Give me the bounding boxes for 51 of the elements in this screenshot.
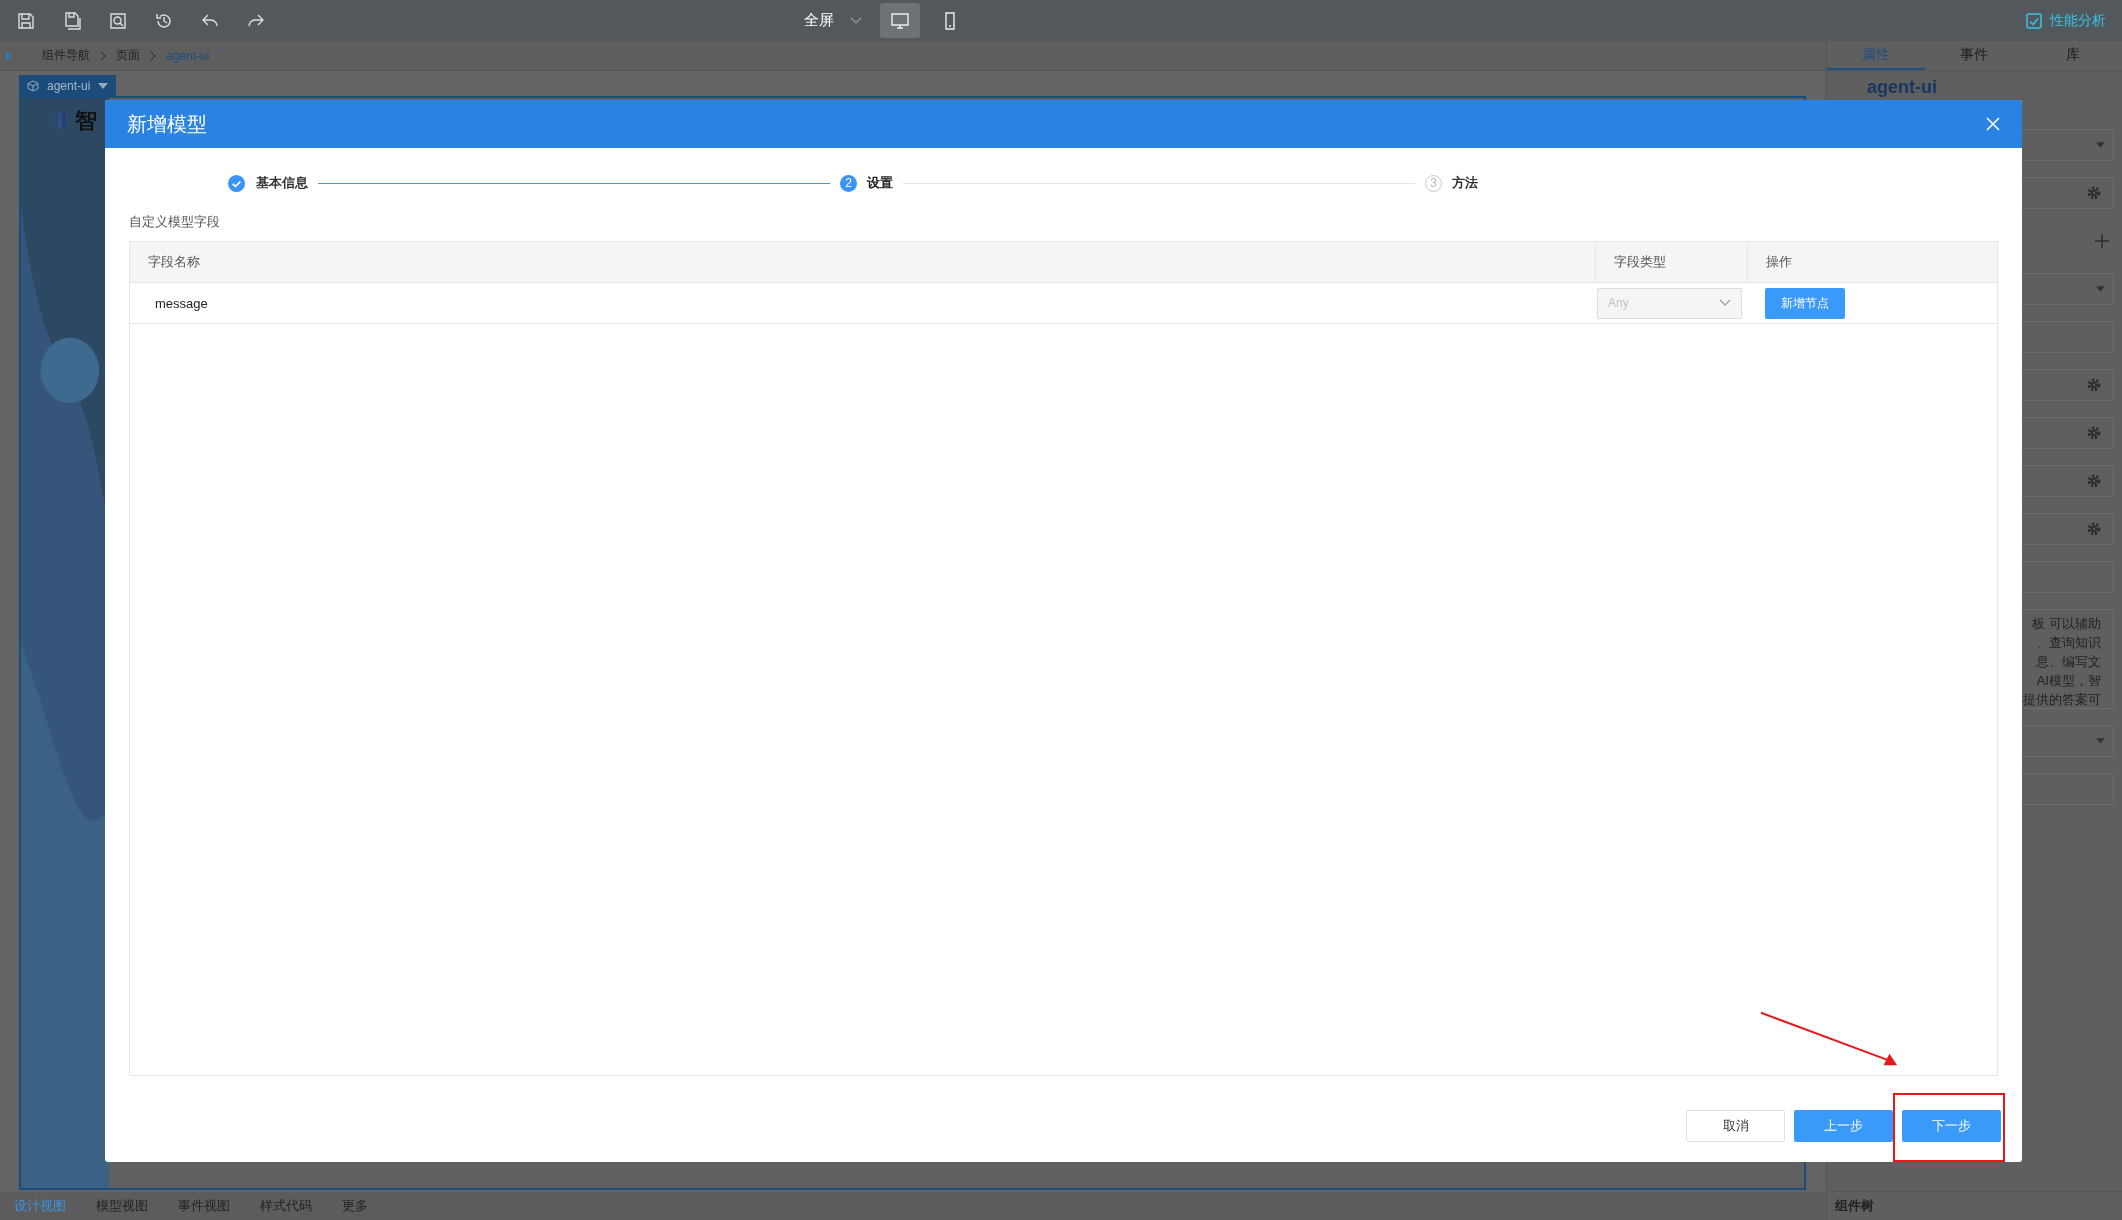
- panel-tab[interactable]: 属性: [1827, 41, 1926, 70]
- view-mode-dropdown[interactable]: 全屏: [796, 11, 870, 30]
- cancel-button[interactable]: 取消: [1686, 1110, 1785, 1142]
- caret-icon: [98, 82, 109, 89]
- chevron-right-icon: [150, 50, 156, 61]
- step-label: 基本信息: [256, 174, 308, 192]
- settings-icon[interactable]: [2086, 377, 2102, 393]
- checkbox[interactable]: [2026, 12, 2042, 29]
- settings-icon[interactable]: [2086, 185, 2102, 201]
- save-icon[interactable]: [16, 10, 36, 31]
- column-header: 操作: [1747, 242, 1997, 282]
- chevron-right-icon: [100, 50, 106, 61]
- settings-icon[interactable]: [2086, 473, 2102, 489]
- save-as-icon[interactable]: [62, 10, 82, 31]
- cube-icon: [27, 79, 39, 92]
- view-tab[interactable]: 样式代码: [260, 1197, 312, 1215]
- section-label: 自定义模型字段: [129, 213, 221, 231]
- add-node-button[interactable]: 新增节点: [1765, 287, 1845, 319]
- table-cell-text: message: [154, 294, 209, 313]
- breadcrumb-item[interactable]: 页面: [116, 47, 140, 64]
- component-tree-label[interactable]: 组件树: [1835, 1197, 1874, 1215]
- caret-icon: [2096, 142, 2105, 148]
- page-heading: 智: [75, 107, 97, 135]
- logo-icon: [51, 111, 67, 131]
- column-header: 字段类型: [1595, 242, 1747, 282]
- step-label: 设置: [867, 174, 893, 192]
- step-number: 2: [840, 174, 857, 192]
- caret-icon: [2096, 286, 2105, 292]
- add-icon[interactable]: [2094, 233, 2110, 249]
- previous-button[interactable]: 上一步: [1794, 1110, 1893, 1142]
- column-header: 字段名称: [147, 253, 201, 271]
- step-label: 方法: [1452, 174, 1478, 192]
- preview-icon[interactable]: [108, 10, 128, 31]
- breadcrumb-item[interactable]: agent-ui: [166, 48, 210, 63]
- component-title: agent-ui: [1867, 77, 1938, 97]
- view-tab[interactable]: 更多: [342, 1197, 368, 1215]
- caret-icon: [2096, 738, 2105, 744]
- settings-icon[interactable]: [2086, 425, 2102, 441]
- dialog-title: 新增模型: [127, 111, 207, 137]
- component-tag[interactable]: agent-ui: [19, 75, 117, 96]
- chevron-down-icon: [1719, 299, 1731, 307]
- chevron-down-icon: [850, 16, 862, 25]
- monitor-icon: [890, 10, 910, 31]
- panel-tab[interactable]: 库: [2023, 41, 2122, 70]
- next-button[interactable]: 下一步: [1902, 1110, 2001, 1142]
- panel-tab[interactable]: 事件: [1925, 41, 2024, 70]
- close-icon[interactable]: [1986, 117, 2000, 131]
- settings-icon[interactable]: [2086, 521, 2102, 537]
- performance-analysis-link[interactable]: 性能分析: [2050, 11, 2106, 30]
- view-tab[interactable]: 设计视图: [14, 1197, 66, 1215]
- desktop-view-button[interactable]: [880, 3, 920, 38]
